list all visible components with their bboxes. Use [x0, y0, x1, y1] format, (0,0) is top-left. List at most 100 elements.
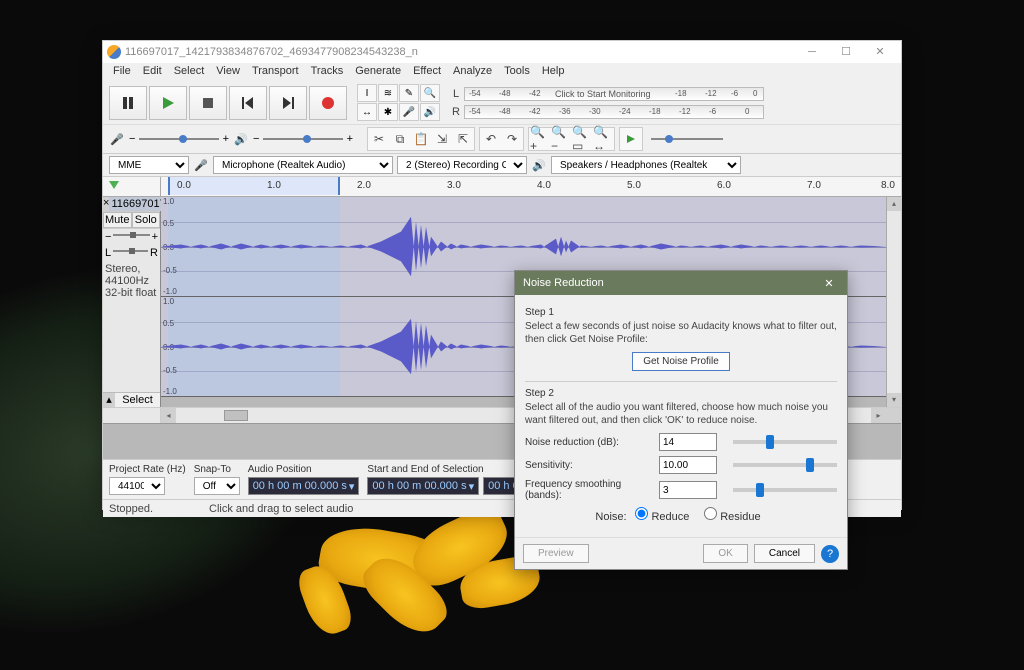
selection-tool-icon[interactable]: I	[357, 84, 377, 102]
redo-icon[interactable]: ↷	[502, 129, 522, 149]
dialog-title: Noise Reduction	[523, 277, 604, 289]
step1-label: Step 1	[525, 307, 837, 318]
menu-tracks[interactable]: Tracks	[305, 63, 350, 81]
menu-tools[interactable]: Tools	[498, 63, 536, 81]
menu-file[interactable]: File	[107, 63, 137, 81]
multi-tool-icon[interactable]: ✱	[378, 103, 398, 121]
app-icon	[107, 45, 121, 59]
menu-edit[interactable]: Edit	[137, 63, 168, 81]
zoom-sel-icon[interactable]: 🔍▭	[572, 129, 592, 149]
mixer-toolbar: 🎤 −+ 🔊 −+ ✂ ⧉ 📋 ⇲ ⇱ ↶ ↷ 🔍+ 🔍− 🔍▭ 🔍↔	[103, 125, 901, 154]
rec-meter-l-icon: L	[448, 88, 464, 100]
speaker-level-icon[interactable]: 🔊	[420, 103, 440, 121]
pan-slider[interactable]	[113, 250, 148, 252]
sensitivity-label: Sensitivity:	[525, 460, 653, 471]
selection-range[interactable]	[168, 177, 340, 195]
audio-position-display[interactable]: 00 h 00 m 00.000 s▾	[248, 477, 360, 495]
trim-icon[interactable]: ⇲	[432, 129, 452, 149]
dialog-close-icon[interactable]: ✕	[819, 277, 839, 290]
menu-select[interactable]: Select	[168, 63, 211, 81]
noise-reduction-slider[interactable]	[733, 440, 837, 444]
sensitivity-slider[interactable]	[733, 463, 837, 467]
reduce-radio[interactable]: Reduce	[635, 511, 689, 523]
host-select[interactable]: MME	[109, 156, 189, 174]
envelope-tool-icon[interactable]: ≋	[378, 84, 398, 102]
project-rate-select[interactable]: 44100	[109, 477, 165, 495]
undo-icon[interactable]: ↶	[481, 129, 501, 149]
close-button[interactable]: ✕	[863, 41, 897, 63]
stop-button[interactable]	[189, 86, 227, 120]
project-rate-label: Project Rate (Hz)	[109, 464, 186, 475]
sensitivity-input[interactable]	[659, 456, 717, 474]
play-button[interactable]	[149, 86, 187, 120]
maximize-button[interactable]: ☐	[829, 41, 863, 63]
status-state: Stopped.	[109, 503, 209, 515]
paste-icon[interactable]: 📋	[411, 129, 431, 149]
titlebar: 116697017_1421793834876702_4693477908234…	[103, 41, 901, 63]
skip-start-button[interactable]	[229, 86, 267, 120]
recording-volume-slider[interactable]: −+	[129, 133, 229, 145]
selection-start-display[interactable]: 00 h 00 m 00.000 s▾	[367, 477, 479, 495]
tools-grid: I ≋ ✎ 🔍 ↔ ✱ 🎤 🔊	[357, 84, 440, 121]
frequency-smoothing-input[interactable]	[659, 481, 717, 499]
noise-reduction-label: Noise reduction (dB):	[525, 437, 653, 448]
minimize-button[interactable]: ─	[795, 41, 829, 63]
window-title: 116697017_1421793834876702_4693477908234…	[125, 46, 795, 58]
step2-label: Step 2	[525, 388, 837, 399]
solo-button[interactable]: Solo	[132, 212, 161, 228]
snap-to-label: Snap-To	[194, 464, 240, 475]
record-button[interactable]	[309, 86, 347, 120]
pause-button[interactable]	[109, 86, 147, 120]
get-noise-profile-button[interactable]: Get Noise Profile	[632, 352, 730, 371]
help-icon[interactable]: ?	[821, 545, 839, 563]
playback-meter[interactable]: -54 -48 -42 -36 -30 -24 -18 -12 -6 0	[464, 105, 764, 119]
gain-slider[interactable]	[113, 234, 149, 236]
zoom-in-icon[interactable]: 🔍+	[530, 129, 550, 149]
timeshift-tool-icon[interactable]: ↔	[357, 103, 377, 121]
recording-meter[interactable]: -54 -48 -42 Click to Start Monitoring -1…	[464, 87, 764, 101]
device-toolbar: MME 🎤 Microphone (Realtek Audio) 2 (Ster…	[103, 154, 901, 177]
step1-desc: Select a few seconds of just noise so Au…	[525, 320, 837, 346]
preview-button[interactable]: Preview	[523, 544, 589, 563]
speaker-icon: 🔊	[233, 133, 249, 146]
play-speed-slider[interactable]	[647, 138, 727, 140]
dialog-titlebar[interactable]: Noise Reduction ✕	[515, 271, 847, 295]
menubar: File Edit Select View Transport Tracks G…	[103, 63, 901, 81]
cut-icon[interactable]: ✂	[369, 129, 389, 149]
collapse-button[interactable]: ▴	[103, 393, 115, 407]
menu-transport[interactable]: Transport	[246, 63, 305, 81]
cancel-button[interactable]: Cancel	[754, 544, 815, 563]
ok-button[interactable]: OK	[703, 544, 747, 563]
rec-meter-hint: Click to Start Monitoring	[555, 89, 651, 99]
zoom-out-icon[interactable]: 🔍−	[551, 129, 571, 149]
time-ruler[interactable]: 0.0 1.0 2.0 3.0 4.0 5.0 6.0 7.0 8.0	[103, 177, 901, 197]
mic-level-icon[interactable]: 🎤	[399, 103, 419, 121]
speaker-device-icon: 🔊	[531, 159, 547, 172]
menu-view[interactable]: View	[210, 63, 246, 81]
zoom-tool-icon[interactable]: 🔍	[420, 84, 440, 102]
menu-generate[interactable]: Generate	[349, 63, 407, 81]
draw-tool-icon[interactable]: ✎	[399, 84, 419, 102]
mute-button[interactable]: Mute	[103, 212, 132, 228]
vertical-scrollbar[interactable]: ▴▾	[886, 197, 901, 407]
noise-mode-label: Noise:	[595, 511, 626, 523]
residue-radio[interactable]: Residue	[704, 511, 760, 523]
output-device-select[interactable]: Speakers / Headphones (Realtek	[551, 156, 741, 174]
skip-end-button[interactable]	[269, 86, 307, 120]
input-device-select[interactable]: Microphone (Realtek Audio)	[213, 156, 393, 174]
menu-effect[interactable]: Effect	[407, 63, 447, 81]
playback-volume-slider[interactable]: −+	[253, 133, 353, 145]
frequency-smoothing-slider[interactable]	[733, 488, 837, 492]
zoom-fit-icon[interactable]: 🔍↔	[593, 129, 613, 149]
select-track-button[interactable]: Select	[115, 393, 160, 407]
audio-position-label: Audio Position	[248, 464, 360, 475]
noise-reduction-input[interactable]	[659, 433, 717, 451]
play-at-speed-icon[interactable]	[621, 129, 641, 149]
snap-to-select[interactable]: Off	[194, 477, 240, 495]
channels-select[interactable]: 2 (Stereo) Recording Chan	[397, 156, 527, 174]
copy-icon[interactable]: ⧉	[390, 129, 410, 149]
menu-analyze[interactable]: Analyze	[447, 63, 498, 81]
silence-icon[interactable]: ⇱	[453, 129, 473, 149]
menu-help[interactable]: Help	[536, 63, 571, 81]
play-head-icon	[109, 181, 119, 189]
